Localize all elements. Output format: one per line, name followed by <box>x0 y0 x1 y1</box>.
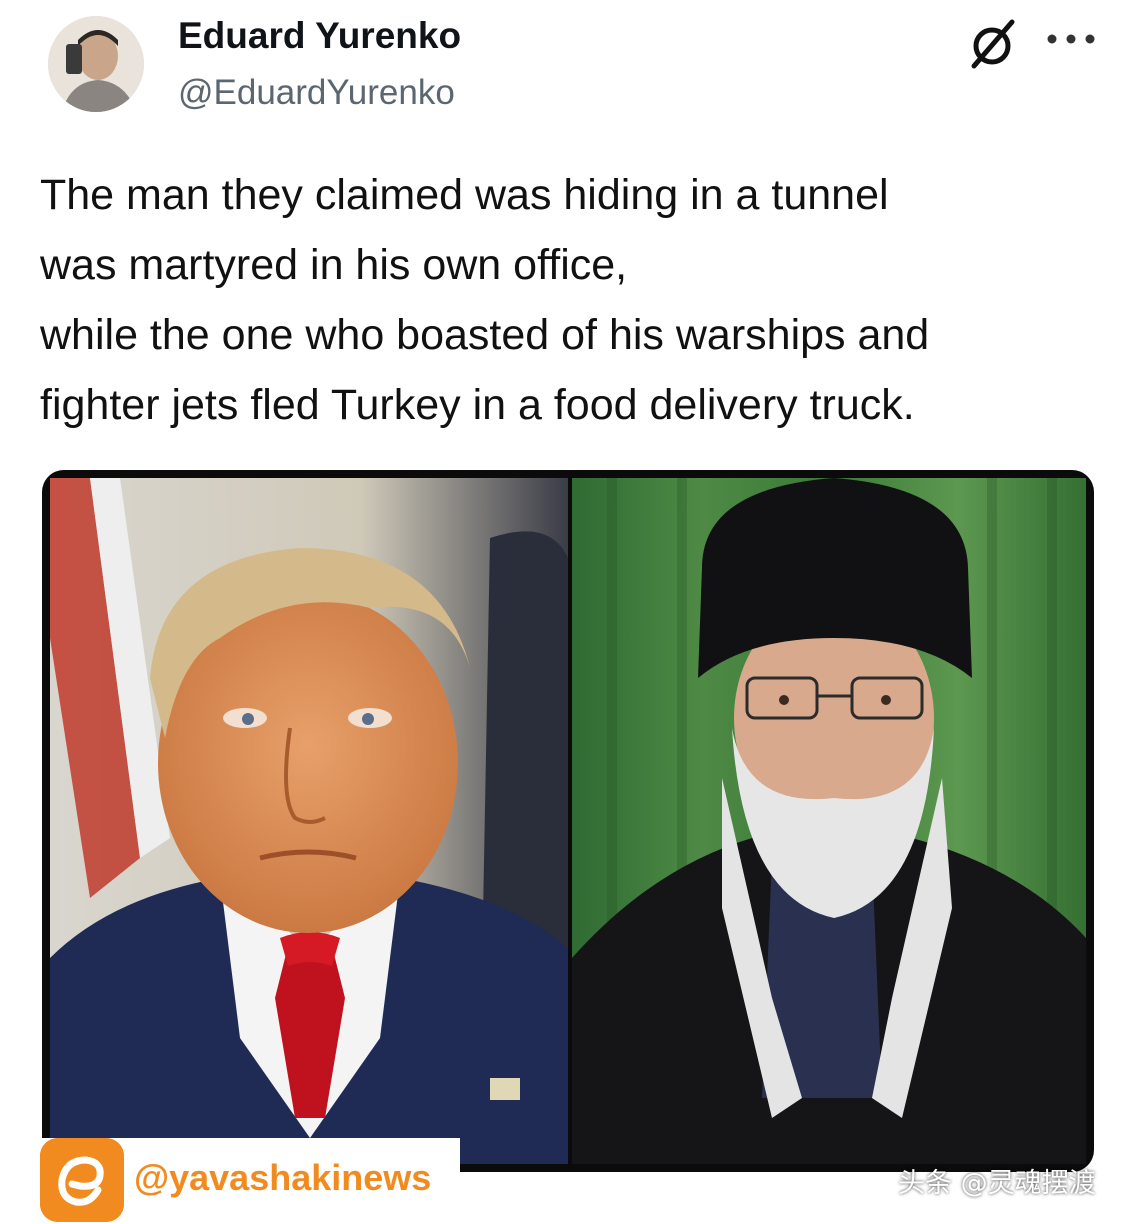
more-options-icon[interactable] <box>1042 24 1100 54</box>
tweet-text: The man they claimed was hiding in a tun… <box>40 160 1100 440</box>
media-photo-left[interactable] <box>50 478 568 1164</box>
portrait-left-image <box>50 478 568 1164</box>
watermark-text: @yavashakinews <box>134 1157 432 1198</box>
portrait-right-image <box>572 478 1086 1164</box>
tweet-media[interactable] <box>42 470 1094 1172</box>
tweet-line: was martyred in his own office, <box>40 241 628 289</box>
tweet-line: fighter jets fled Turkey in a food deliv… <box>40 381 915 429</box>
author-display-name[interactable]: Eduard Yurenko <box>178 14 461 58</box>
tweet-line: while the one who boasted of his warship… <box>40 311 930 359</box>
author-handle[interactable]: @EduardYurenko <box>178 72 455 114</box>
watermark: @yavashakinews <box>40 1138 460 1222</box>
grok-icon[interactable] <box>962 14 1022 74</box>
tweet-line: The man they claimed was hiding in a tun… <box>40 171 889 219</box>
watermark-logo-icon <box>40 1138 124 1222</box>
author-avatar[interactable] <box>48 16 144 112</box>
media-photo-right[interactable] <box>572 478 1086 1164</box>
source-watermark: 头条 @灵魂摆渡 <box>898 1168 1096 1199</box>
